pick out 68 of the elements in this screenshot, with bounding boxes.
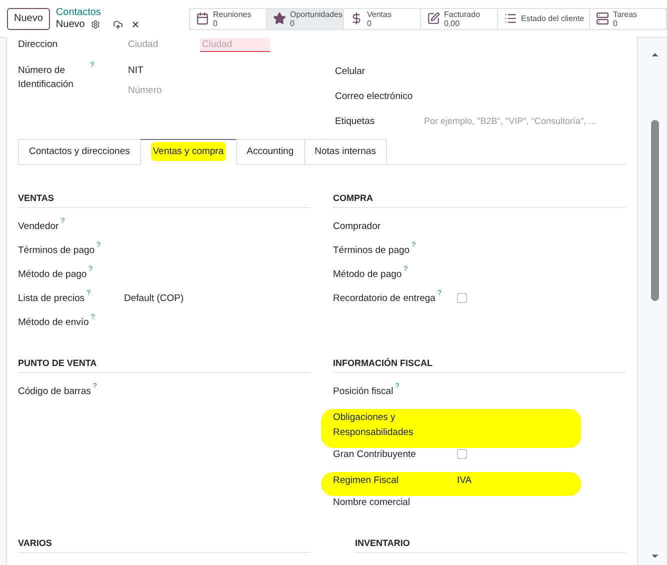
stat-label: Facturado [444, 10, 480, 18]
list-icon [504, 12, 517, 25]
field-label: Términos de pago [18, 244, 95, 258]
stat-label: Estado del cliente [521, 14, 584, 23]
field-label: Comprador [333, 220, 381, 234]
stat-button[interactable]: Reuniones 0 [190, 8, 267, 30]
stat-label: Reuniones [213, 10, 252, 18]
stat-button[interactable]: Estado del cliente [498, 8, 590, 30]
id-type-field[interactable]: NIT [128, 64, 162, 78]
field-label: Nombre comercial [333, 496, 410, 510]
stat-value: 0 [290, 18, 294, 28]
tab[interactable]: Notas internas [304, 139, 387, 166]
stat-button[interactable]: Facturado 0,00 [421, 8, 498, 30]
stat-button[interactable]: Ventas 0 [344, 8, 421, 30]
field-label: Lista de precios [18, 292, 85, 306]
id-number-field[interactable]: Número [128, 84, 162, 98]
stat-button[interactable]: Tareas 0 [590, 8, 667, 30]
field-label: Gran Contribuyente [333, 448, 416, 462]
field-label: Recordatorio de entrega [333, 292, 436, 306]
checkbox[interactable] [457, 293, 467, 304]
cloud-upload-icon[interactable] [112, 20, 123, 30]
record-title: Nuevo [56, 18, 85, 30]
section-title: INFORMACIÓN FISCAL [333, 358, 626, 374]
stat-label: Oportunidades [290, 10, 342, 18]
close-icon[interactable] [130, 20, 140, 29]
field-label: Método de pago [333, 268, 402, 282]
stat-value: 0 [613, 18, 618, 28]
section-title: PUNTO DE VENTA [18, 358, 311, 374]
field-label: Método de pago [18, 268, 87, 282]
tab[interactable]: Accounting [236, 139, 305, 166]
stat-button[interactable]: Oportunidades 0 [267, 8, 344, 30]
dollar-icon [350, 12, 363, 25]
field-label: Obligaciones y Responsabilidades [333, 411, 414, 440]
field-label: Vendedor [18, 220, 59, 234]
calendar-icon [196, 12, 209, 25]
field-value[interactable]: Default (COP) [124, 292, 184, 306]
field-label: Direccion [18, 38, 59, 52]
breadcrumb-link[interactable]: Contactos [56, 6, 140, 18]
new-button[interactable]: Nuevo [7, 8, 50, 30]
field-label: Correo electrónico [335, 90, 414, 103]
field-label: Código de barras [18, 385, 91, 400]
field-label: Celular [335, 64, 366, 78]
settings-icon[interactable] [90, 20, 100, 29]
stat-label: Ventas [367, 10, 392, 18]
field-value[interactable]: IVA [457, 474, 472, 488]
field-label: Regimen Fiscal [333, 474, 398, 488]
field-label: Método de envío [18, 316, 89, 330]
stacked-bars-icon [596, 12, 609, 25]
star-icon [273, 12, 286, 25]
stat-label: Tareas [613, 10, 638, 18]
section-title: COMPRA [333, 193, 626, 208]
field-label: Etiquetas [335, 114, 376, 128]
tab[interactable]: Contactos y direcciones [18, 139, 141, 166]
tags-field[interactable]: Por ejemplo, "B2B", "VIP", "Consultoría", ... [424, 114, 596, 128]
field-label: Posición fiscal [333, 385, 394, 400]
section-title: VARIOS [18, 538, 311, 553]
stat-value: 0,00 [444, 18, 461, 28]
scrollbar-thumb[interactable] [651, 120, 659, 301]
checkbox[interactable] [457, 448, 467, 459]
field-label: Términos de pago [333, 244, 410, 258]
tab[interactable]: Ventas y compra [140, 139, 237, 166]
section-title: INVENTARIO [355, 538, 626, 553]
stat-value: 0 [213, 18, 218, 28]
section-title: VENTAS [18, 193, 311, 208]
city-field[interactable]: Ciudad [128, 38, 200, 52]
stat-value: 0 [367, 18, 372, 28]
field-label: Número de Identificación [18, 64, 74, 92]
pencil-square-icon [427, 12, 440, 25]
